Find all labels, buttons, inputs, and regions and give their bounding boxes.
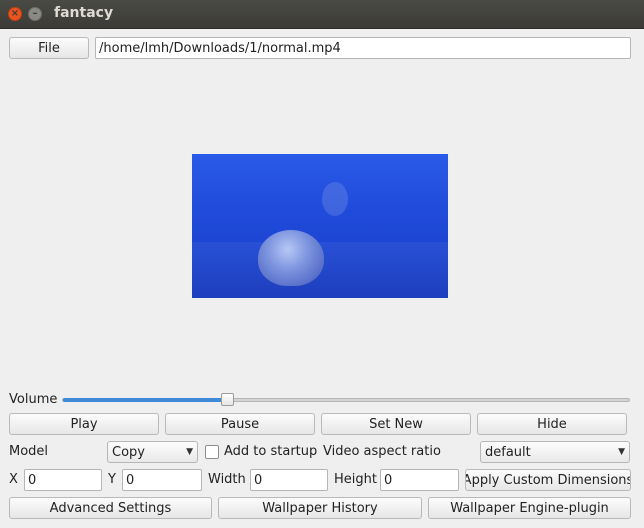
background-seal-shape [322, 182, 348, 216]
seal-shape [258, 230, 324, 286]
aspect-ratio-label: Video aspect ratio [323, 444, 441, 459]
y-label: Y [108, 472, 116, 487]
height-input[interactable]: 0 [380, 469, 459, 491]
add-to-startup-checkbox[interactable] [205, 445, 219, 459]
pause-button[interactable]: Pause [165, 413, 315, 435]
file-path-input[interactable]: /home/lmh/Downloads/1/normal.mp4 [95, 37, 631, 59]
aspect-ratio-select[interactable]: default ▼ [480, 441, 630, 463]
video-preview [192, 154, 448, 298]
minimize-icon[interactable]: – [28, 7, 42, 21]
hide-button[interactable]: Hide [477, 413, 627, 435]
width-input[interactable]: 0 [250, 469, 328, 491]
y-input[interactable]: 0 [122, 469, 202, 491]
model-label: Model [9, 444, 49, 459]
title-bar: × – fantacy [0, 0, 644, 29]
volume-label: Volume [9, 392, 58, 407]
window-title: fantacy [54, 5, 114, 21]
close-icon[interactable]: × [8, 7, 22, 21]
apply-dimensions-button[interactable]: Apply Custom Dimensions [465, 469, 631, 491]
volume-slider-handle[interactable] [221, 393, 234, 406]
file-button[interactable]: File [9, 37, 89, 59]
add-to-startup-label[interactable]: Add to startup [224, 444, 317, 459]
height-label: Height [334, 472, 377, 487]
set-new-button[interactable]: Set New [321, 413, 471, 435]
width-label: Width [208, 472, 246, 487]
volume-slider-fill [63, 398, 227, 402]
aspect-ratio-select-value: default [485, 444, 531, 460]
x-input[interactable]: 0 [24, 469, 102, 491]
chevron-down-icon: ▼ [618, 447, 625, 457]
advanced-settings-button[interactable]: Advanced Settings [9, 497, 212, 519]
model-select-value: Copy [112, 444, 145, 460]
volume-slider[interactable] [62, 393, 630, 406]
wallpaper-history-button[interactable]: Wallpaper History [218, 497, 422, 519]
wallpaper-engine-plugin-button[interactable]: Wallpaper Engine-plugin [428, 497, 631, 519]
model-select[interactable]: Copy ▼ [107, 441, 198, 463]
play-button[interactable]: Play [9, 413, 159, 435]
chevron-down-icon: ▼ [186, 447, 193, 457]
x-label: X [9, 472, 18, 487]
